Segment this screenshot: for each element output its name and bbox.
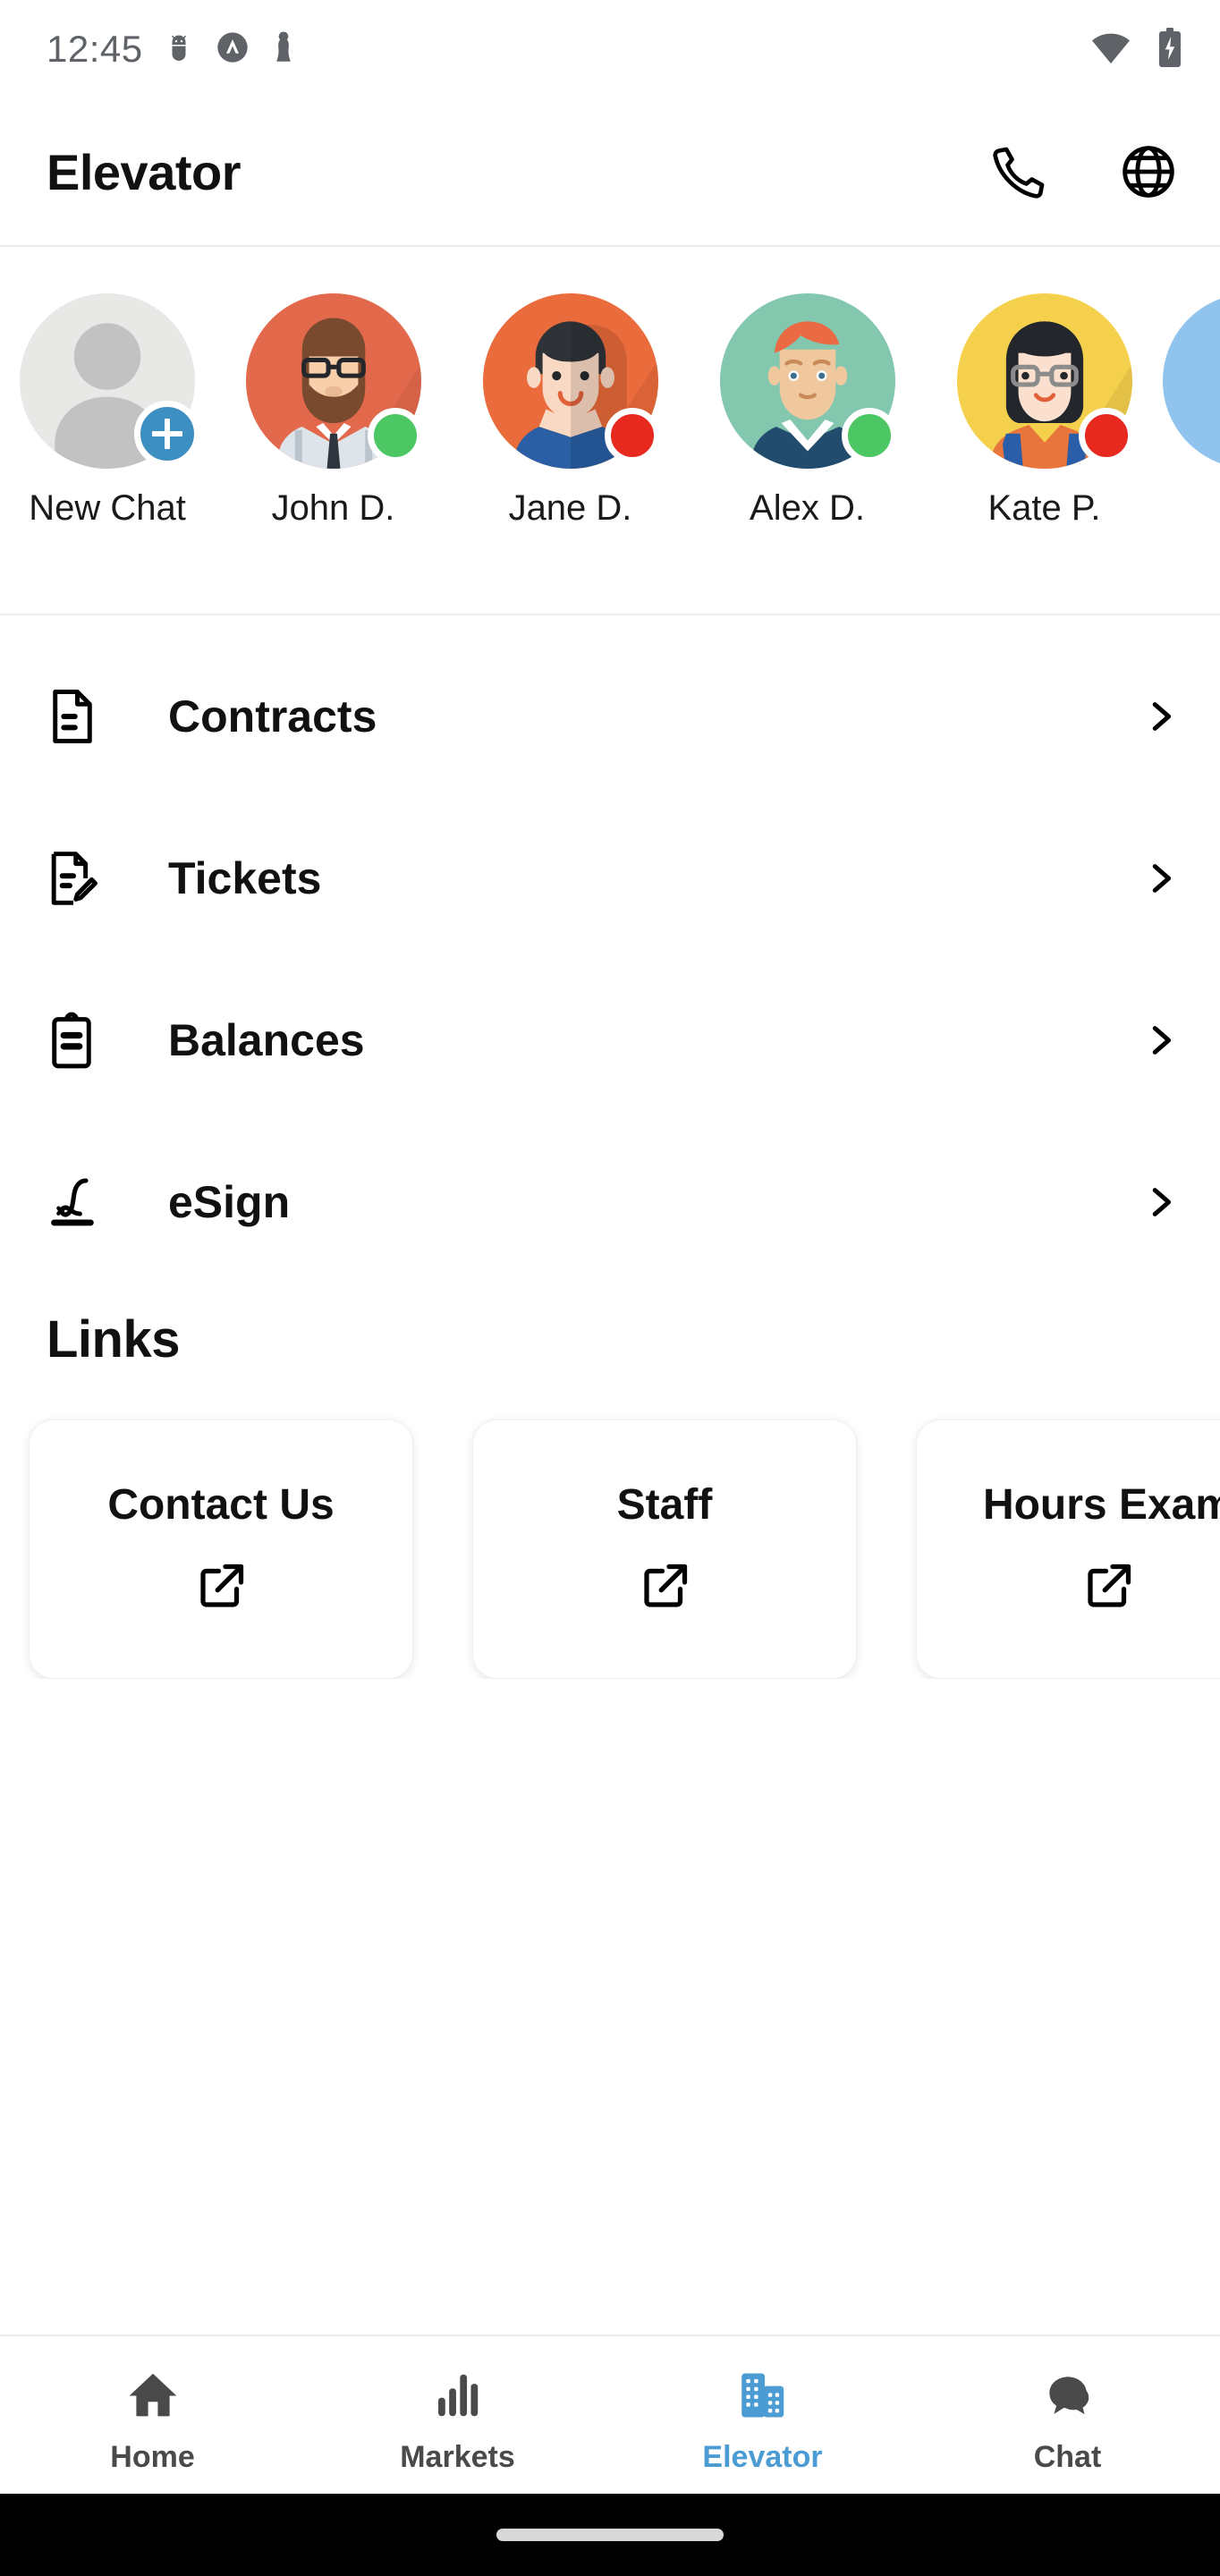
nav-item-label: Home <box>110 2440 195 2474</box>
wifi-icon <box>1089 26 1132 73</box>
link-card-label: Contact Us <box>107 1481 335 1529</box>
document-edit-icon <box>47 849 122 908</box>
nav-item-label: Chat <box>1033 2440 1102 2474</box>
status-badge-online <box>367 408 423 463</box>
link-card-contact-us[interactable]: Contact Us <box>29 1419 413 1679</box>
globe-icon[interactable] <box>1116 140 1181 204</box>
contact-item-new-chat[interactable]: New Chat <box>0 293 215 529</box>
links-card-row[interactable]: Contact Us Staff Hours Exam <box>0 1369 1220 1679</box>
phone-icon[interactable] <box>987 140 1052 204</box>
gesture-navigation-bar <box>0 2494 1220 2576</box>
chevron-right-icon[interactable] <box>1140 858 1181 899</box>
contacts-strip[interactable]: New Chat John D. Jane D. Alex D. Kate P. <box>0 247 1220 615</box>
external-link-icon <box>638 1560 691 1618</box>
nav-item-markets[interactable]: Markets <box>305 2349 610 2494</box>
links-heading: Links <box>47 1310 181 1368</box>
status-bar-left: 12:45 <box>47 29 297 71</box>
signature-icon <box>47 1174 122 1230</box>
status-time: 12:45 <box>47 28 143 70</box>
link-card-label: Hours Exam <box>982 1481 1220 1529</box>
chevron-right-icon[interactable] <box>1140 1182 1181 1223</box>
menu-item-contracts[interactable]: Contracts <box>0 635 1220 797</box>
menu-item-label: eSign <box>168 1176 291 1227</box>
avatar <box>1163 293 1220 469</box>
avatar <box>20 293 200 469</box>
clipboard-icon <box>47 1011 122 1070</box>
status-badge-online <box>841 408 897 463</box>
nav-item-home[interactable]: Home <box>0 2349 305 2494</box>
chevron-right-icon[interactable] <box>1140 696 1181 737</box>
contact-label: John D. <box>271 488 395 528</box>
contact-item-kate-p[interactable]: Kate P. <box>926 293 1163 529</box>
status-bar: 12:45 <box>0 0 1220 98</box>
avatar <box>482 293 660 469</box>
contact-label: Kate P. <box>987 488 1101 528</box>
contact-item-jane-d[interactable]: Jane D. <box>452 293 689 529</box>
gesture-pill[interactable] <box>496 2529 724 2541</box>
contact-label: Alex D. <box>750 488 865 528</box>
status-badge-busy <box>1078 408 1134 463</box>
status-badge-busy <box>604 408 660 463</box>
chess-pawn-icon <box>270 29 297 71</box>
nav-item-chat[interactable]: Chat <box>915 2349 1220 2494</box>
link-card-hours-example[interactable]: Hours Exam <box>916 1419 1220 1679</box>
bottom-navigation[interactable]: Home Markets Elevator Chat <box>0 2334 1220 2494</box>
chevron-right-icon[interactable] <box>1140 1020 1181 1061</box>
menu-list: Contracts Tickets Balances eSign <box>0 615 1220 1283</box>
avatar <box>956 293 1134 469</box>
contact-item-john-d[interactable]: John D. <box>215 293 452 529</box>
avatar <box>719 293 897 469</box>
content-spacer <box>0 1679 1220 2334</box>
menu-item-label: Tickets <box>168 852 322 903</box>
bar-chart-icon <box>430 2368 486 2428</box>
nav-item-label: Markets <box>400 2440 515 2474</box>
menu-item-label: Contracts <box>168 691 377 741</box>
home-icon <box>125 2368 181 2428</box>
nav-item-elevator[interactable]: Elevator <box>610 2349 915 2494</box>
nav-item-label: Elevator <box>702 2440 823 2474</box>
contact-item-alex-d[interactable]: Alex D. <box>689 293 926 529</box>
chat-bubble-icon <box>1040 2368 1096 2428</box>
external-link-icon <box>1081 1560 1135 1618</box>
links-section: Links Contact Us Staff Hours Exam <box>0 1283 1220 1679</box>
contact-label: Jane D. <box>508 488 632 528</box>
app-bar: Elevator <box>0 98 1220 247</box>
menu-item-tickets[interactable]: Tickets <box>0 797 1220 959</box>
contact-label: New Chat <box>29 488 186 528</box>
vpn-key-icon <box>215 30 250 70</box>
menu-item-esign[interactable]: eSign <box>0 1121 1220 1283</box>
page-title: Elevator <box>47 143 241 200</box>
plus-icon[interactable] <box>134 401 200 467</box>
external-link-icon <box>194 1560 248 1618</box>
battery-charging-icon <box>1156 26 1184 73</box>
building-icon <box>735 2368 791 2428</box>
link-card-staff[interactable]: Staff <box>472 1419 857 1679</box>
menu-item-balances[interactable]: Balances <box>0 959 1220 1121</box>
document-icon <box>47 687 122 746</box>
contact-item-partial[interactable] <box>1163 293 1220 469</box>
link-card-label: Staff <box>616 1481 713 1529</box>
menu-item-label: Balances <box>168 1014 365 1065</box>
android-debug-icon <box>163 31 195 68</box>
status-bar-right <box>1089 26 1184 73</box>
app-bar-actions <box>987 140 1181 204</box>
avatar <box>245 293 423 469</box>
app-screen: 12:45 Elevator New Chat John D. Jane D. … <box>0 0 1220 2576</box>
